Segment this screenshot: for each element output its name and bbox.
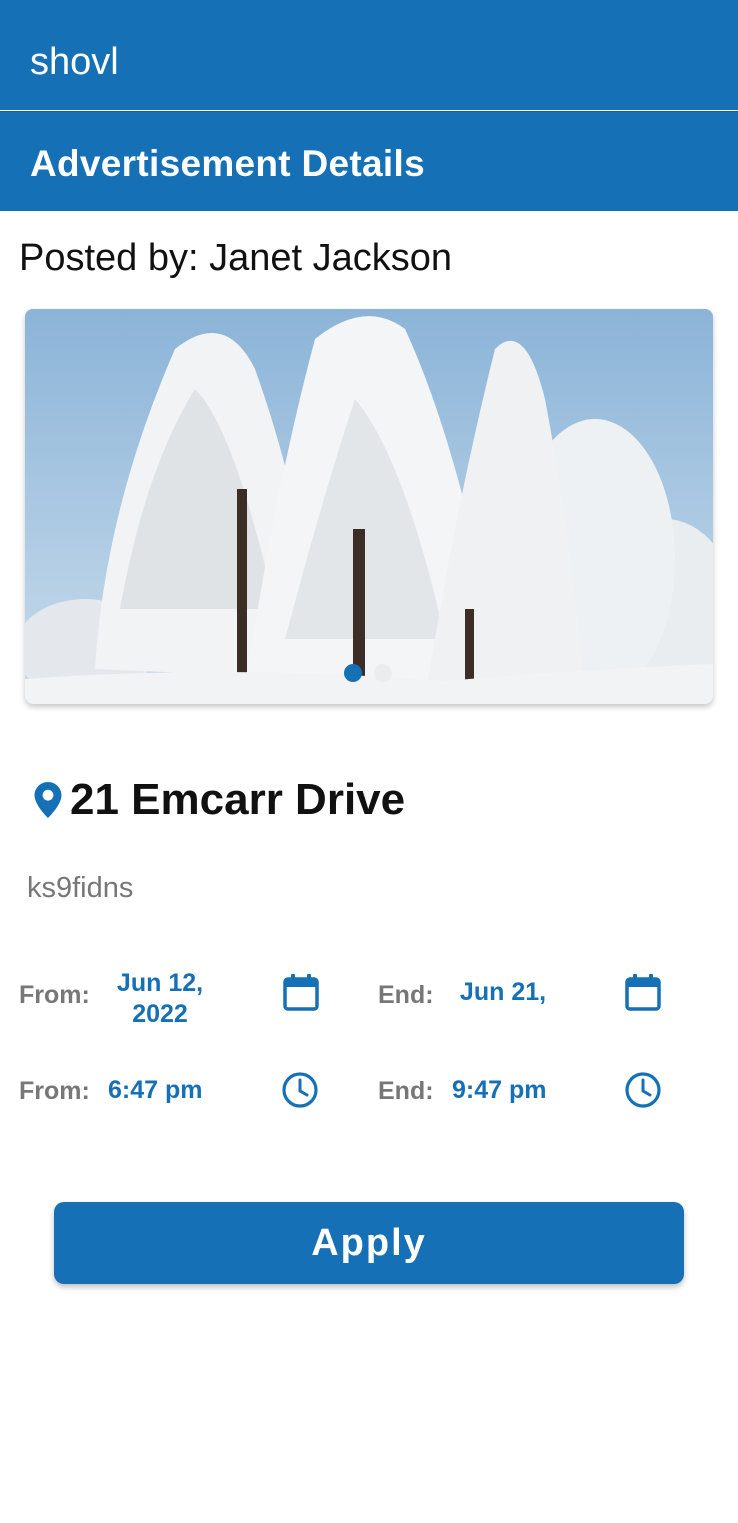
end-time-value[interactable]: 9:47 pm (452, 1075, 546, 1106)
listing-description: ks9fidns (27, 872, 134, 904)
end-date-label: End: (378, 981, 434, 1009)
from-time-label: From: (19, 1077, 90, 1105)
from-date-value[interactable]: Jun 12, 2022 (100, 968, 220, 1032)
page-title: Advertisement Details (30, 143, 425, 184)
carousel-dot-active[interactable] (344, 664, 362, 682)
map-pin-icon (34, 782, 62, 818)
from-time-value[interactable]: 6:47 pm (108, 1075, 202, 1106)
apply-button[interactable]: Apply (54, 1202, 684, 1284)
calendar-icon[interactable] (623, 973, 663, 1013)
from-date-label: From: (19, 981, 90, 1009)
app-title: shovl (30, 41, 119, 83)
posted-by-text: Posted by: Janet Jackson (19, 237, 453, 279)
calendar-icon[interactable] (281, 973, 321, 1013)
clock-icon[interactable] (623, 1070, 663, 1110)
clock-icon[interactable] (280, 1070, 320, 1110)
end-date-value[interactable]: Jun 21, 2022 (442, 977, 564, 1013)
carousel-indicator (0, 664, 738, 684)
listing-address: 21 Emcarr Drive (70, 775, 406, 824)
end-time-label: End: (378, 1077, 434, 1105)
carousel-dot[interactable] (374, 664, 392, 682)
carousel-image (25, 309, 713, 704)
image-carousel[interactable] (25, 309, 713, 704)
